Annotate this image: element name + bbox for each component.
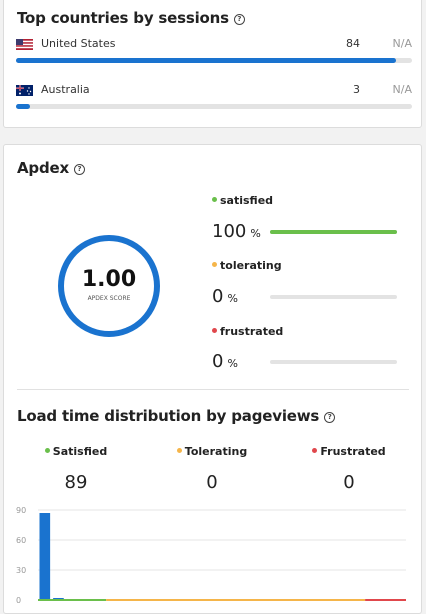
satisfied-fill xyxy=(270,230,397,234)
label-text: Satisfied xyxy=(52,445,108,458)
tolerating-dot-icon xyxy=(212,262,217,267)
category-band xyxy=(106,599,366,601)
value-text: 0 xyxy=(212,286,224,307)
us-flag-icon xyxy=(16,39,33,50)
lt-tolerating: Tolerating 0 xyxy=(152,445,272,493)
help-icon[interactable]: ? xyxy=(233,14,245,25)
lt-frustrated-value: 0 xyxy=(343,472,355,493)
country-sessions: 84 xyxy=(346,37,360,50)
apdex-score-label: APDEX SCORE xyxy=(87,295,131,302)
tolerating-track xyxy=(270,295,397,299)
apdex-title: Apdex xyxy=(17,159,69,177)
country-na: N/A xyxy=(392,37,412,50)
progress-fill xyxy=(16,104,30,109)
label-text: tolerating xyxy=(220,259,282,272)
load-time-title-text: Load time distribution by pageviews xyxy=(17,407,320,425)
value-text: 100 xyxy=(212,221,247,242)
lt-frustrated-label: Frustrated xyxy=(289,445,409,458)
apdex-frustrated-label: frustrated xyxy=(212,325,283,338)
progress-track xyxy=(16,58,412,63)
card-title: Apdex? xyxy=(17,159,85,177)
tolerating-dot-icon xyxy=(176,448,182,453)
lt-tolerating-label: Tolerating xyxy=(152,445,272,458)
progress-track xyxy=(16,104,412,109)
apdex-frustrated-value: 0% xyxy=(212,351,238,372)
help-icon[interactable]: ? xyxy=(73,164,85,175)
progress-fill xyxy=(16,58,397,63)
countries-title: Top countries by sessions xyxy=(17,9,229,27)
load-time-chart: 0 30 60 90 xyxy=(16,506,406,605)
category-band xyxy=(38,599,107,601)
lt-tolerating-value: 0 xyxy=(206,472,218,493)
y-tick-label: 90 xyxy=(16,506,26,515)
apdex-tolerating-value: 0% xyxy=(212,286,238,307)
satisfied-track xyxy=(270,230,397,234)
help-icon[interactable]: ? xyxy=(324,412,336,423)
frustrated-dot-icon xyxy=(212,328,217,333)
chart-bar xyxy=(39,513,51,600)
label-text: Frustrated xyxy=(320,445,386,458)
lt-satisfied-label: Satisfied xyxy=(16,445,136,458)
country-row-australia[interactable]: Australia 3 N/A xyxy=(16,83,412,113)
category-band xyxy=(365,599,406,601)
y-tick-label: 60 xyxy=(16,536,26,545)
country-name: United States xyxy=(41,37,116,50)
load-time-title: Load time distribution by pageviews? xyxy=(17,407,336,425)
value-text: 0 xyxy=(212,351,224,372)
country-name: Australia xyxy=(41,83,90,96)
unit-text: % xyxy=(227,357,238,370)
satisfied-dot-icon xyxy=(44,448,50,453)
apdex-card: Apdex? 1.00 APDEX SCORE satisfied 100% t… xyxy=(3,144,422,614)
apdex-tolerating-label: tolerating xyxy=(212,259,282,272)
top-countries-card: Top countries by sessions? United States… xyxy=(3,0,422,128)
label-text: Tolerating xyxy=(184,445,248,458)
satisfied-dot-icon xyxy=(212,197,217,202)
label-text: frustrated xyxy=(220,325,284,338)
apdex-score: 1.00 xyxy=(81,267,137,292)
lt-frustrated: Frustrated 0 xyxy=(289,445,409,493)
apdex-satisfied-label: satisfied xyxy=(212,194,273,207)
country-row-united-states[interactable]: United States 84 N/A xyxy=(16,37,412,67)
section-divider xyxy=(17,389,409,390)
lt-satisfied: Satisfied 89 xyxy=(16,445,136,493)
frustrated-dot-icon xyxy=(312,448,318,453)
label-text: satisfied xyxy=(220,194,274,207)
y-tick-label: 0 xyxy=(16,596,21,605)
country-na: N/A xyxy=(392,83,412,96)
apdex-gauge: 1.00 APDEX SCORE xyxy=(56,233,162,339)
country-sessions: 3 xyxy=(353,83,360,96)
frustrated-track xyxy=(270,360,397,364)
y-tick-label: 30 xyxy=(16,566,26,575)
lt-satisfied-value: 89 xyxy=(64,472,88,493)
card-title: Top countries by sessions? xyxy=(17,9,245,27)
unit-text: % xyxy=(227,292,238,305)
apdex-satisfied-value: 100% xyxy=(212,221,261,242)
au-flag-icon xyxy=(16,85,33,96)
unit-text: % xyxy=(250,227,261,240)
